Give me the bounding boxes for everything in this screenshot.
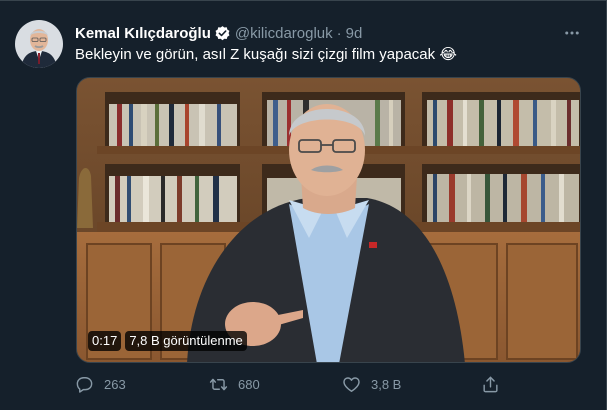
tweet-text: Bekleyin ve görün, asıl Z kuşağı sizi çi…: [75, 46, 457, 63]
share-icon: [483, 376, 498, 393]
video-thumbnail: [77, 78, 580, 362]
more-options-button[interactable]: [560, 21, 584, 45]
reply-count: 263: [104, 377, 126, 392]
avatar-image: [15, 20, 63, 68]
tweet-timestamp[interactable]: 9d: [346, 25, 363, 42]
separator-dot: ·: [336, 24, 342, 42]
retweet-button[interactable]: 680: [209, 375, 260, 394]
video-overlay: 0:17 7,8 B görüntülenme: [88, 331, 247, 351]
video-player[interactable]: [76, 77, 581, 363]
more-options-icon: [565, 31, 579, 35]
tweet-card[interactable]: Kemal Kılıçdaroğlu @kilicdarogluk · 9d B…: [0, 0, 607, 410]
reply-button[interactable]: 263: [75, 375, 126, 394]
verified-badge-icon: [215, 25, 230, 40]
reply-icon: [76, 377, 93, 393]
author-handle[interactable]: @kilicdarogluk: [235, 25, 333, 42]
retweet-count: 680: [238, 377, 260, 392]
heart-icon: [343, 377, 360, 392]
retweet-icon: [209, 378, 228, 391]
video-duration: 0:17: [88, 331, 122, 351]
video-view-count: 7,8 B görüntülenme: [125, 331, 247, 351]
tweet-actions: 263 680 3,8 B: [75, 375, 505, 395]
avatar[interactable]: [15, 20, 63, 68]
share-button[interactable]: [481, 375, 500, 394]
like-count: 3,8 B: [371, 377, 402, 392]
tweet-header: Kemal Kılıçdaroğlu @kilicdarogluk · 9d: [75, 23, 362, 43]
like-button[interactable]: 3,8 B: [342, 375, 401, 394]
author-name[interactable]: Kemal Kılıçdaroğlu: [75, 25, 211, 42]
